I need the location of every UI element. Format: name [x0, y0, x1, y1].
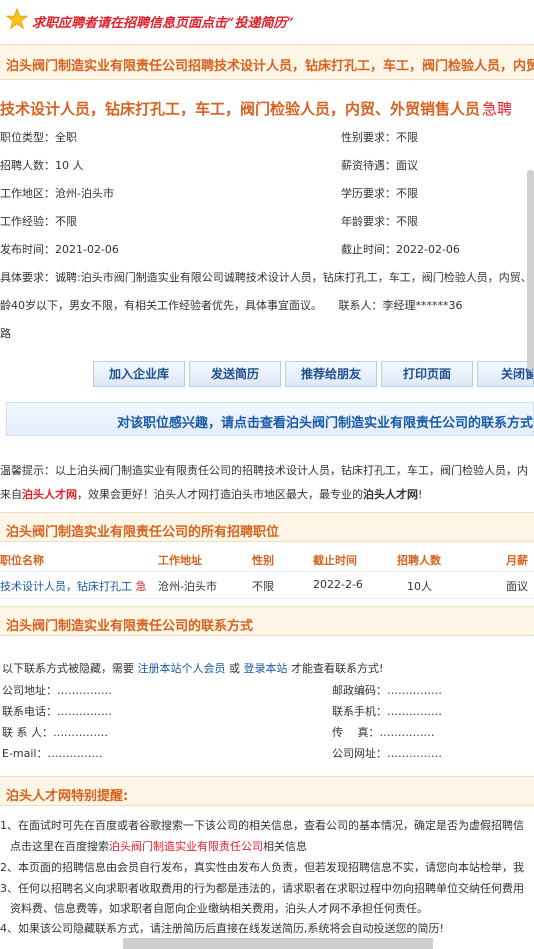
notice-item: 资料费、信息费等，如求职者自愿向企业缴纳相关费用，泊头人才网不承担任何责任。	[10, 902, 428, 915]
job-deadline: 2022-2-6	[313, 578, 363, 591]
info-row: 职位类型：全职 性别要求：不限	[0, 129, 534, 149]
col-header-count: 招聘人数	[397, 554, 441, 567]
notice-item: 4、如果该公司隐藏联系方式，请注册简历后直接在线发送简历,系统将会自动投送您的简…	[0, 922, 444, 935]
page-header: 泊头阀门制造实业有限责任公司招聘技术设计人员，钻床打孔工，车工，阀门检验人员，内…	[0, 44, 534, 80]
notice-header: 泊头人才网特别提醒:	[0, 776, 534, 806]
salary: 薪资待遇：面议	[341, 159, 418, 172]
hint-text: 以下联系方式被隐藏，需要	[2, 662, 134, 675]
hint-text: 才能查看联系方式!	[291, 662, 384, 675]
view-contact-link[interactable]: 对该职位感兴趣，请点击查看泊头阀门制造实业有限责任公司的联系方式	[117, 412, 533, 431]
job-title-text: 技术设计人员，钻床打孔工，车工，阀门检验人员，内贸、外贸销售人员	[0, 100, 481, 118]
divider	[0, 571, 534, 572]
gender-requirement: 性别要求：不限	[341, 131, 418, 144]
contact-mobile: 联系手机：……………	[332, 705, 442, 718]
tip-text: ，效果会更好！泊头人才网打造泊头市地区最大，最专业的	[77, 488, 363, 501]
job-type: 职位类型：全职	[0, 131, 77, 144]
add-company-button[interactable]: 加入企业库	[93, 361, 185, 387]
tip-text: 来自	[0, 488, 22, 501]
info-row: 招聘人数：10 人 薪资待遇：面议	[0, 157, 534, 177]
tip-line: 温馨提示：以上泊头阀门制造实业有限责任公司的招聘技术设计人员，钻床打孔工，车工，…	[0, 464, 528, 477]
notice-text: 点击这里在百度搜索	[10, 840, 109, 853]
requirement-line: 路	[0, 327, 11, 340]
register-link[interactable]: 注册本站个人会员	[138, 662, 226, 675]
notice-title: 泊头人才网特别提醒:	[6, 789, 129, 804]
job-location: 沧州-泊头市	[158, 580, 217, 593]
urgent-mark: 急	[135, 580, 147, 593]
page-title: 泊头阀门制造实业有限责任公司招聘技术设计人员，钻床打孔工，车工，阀门检验人员，内…	[6, 59, 534, 74]
deadline-date: 截止时间：2022-02-06	[341, 243, 460, 256]
col-header-name: 职位名称	[0, 554, 44, 567]
contact-phone: 联系电话：……………	[2, 705, 112, 718]
col-header-gender: 性别	[252, 554, 274, 567]
col-header-deadline: 截止时间	[313, 554, 357, 567]
all-jobs-header: 泊头阀门制造实业有限责任公司的所有招聘职位	[0, 512, 534, 542]
site-link[interactable]: 泊头人才网	[22, 488, 77, 501]
recommend-button[interactable]: 推荐给朋友	[285, 361, 377, 387]
notice-item: 1、在面试时可先在百度或者谷歌搜索一下该公司的相关信息，查看公司的基本情况，确定…	[0, 819, 524, 832]
contact-hint: 以下联系方式被隐藏，需要 注册本站个人会员 或 登录本站 才能查看联系方式!	[2, 660, 383, 676]
tip-text: !	[418, 488, 423, 501]
info-row: 工作经验：不限 年龄要求：不限	[0, 213, 534, 233]
baidu-search-link[interactable]: 泊头阀门制造实业有限责任公司	[109, 840, 263, 853]
age-requirement: 年龄要求：不限	[341, 215, 418, 228]
company-website: 公司网址：……………	[332, 747, 442, 760]
contact-email: E-mail：……………	[2, 747, 103, 760]
job-count: 10人	[407, 580, 432, 593]
hiring-count: 招聘人数：10 人	[0, 159, 84, 172]
print-button[interactable]: 打印页面	[381, 361, 473, 387]
banner-text: 求职应聘者请在招聘信息页面点击“投递简历”	[32, 16, 294, 31]
publish-date: 发布时间：2021-02-06	[0, 243, 119, 256]
tip-line: 来自泊头人才网，效果会更好！泊头人才网打造泊头市地区最大，最专业的泊头人才网!	[0, 486, 422, 502]
login-link[interactable]: 登录本站	[244, 662, 288, 675]
work-experience: 工作经验：不限	[0, 215, 77, 228]
job-gender: 不限	[252, 580, 274, 593]
site-name: 泊头人才网	[363, 488, 418, 501]
send-resume-button[interactable]: 发送简历	[189, 361, 281, 387]
notice-item: 点击这里在百度搜索泊头阀门制造实业有限责任公司相关信息	[10, 838, 307, 854]
job-title: 技术设计人员，钻床打孔工，车工，阀门检验人员，内贸、外贸销售人员 急聘	[0, 98, 512, 119]
divider	[0, 598, 534, 599]
vertical-scrollbar[interactable]	[527, 170, 534, 370]
notice-item: 3、任何以招聘名义向求职者收取费用的行为都是违法的，请求职者在求职过程中勿向招聘…	[0, 882, 524, 895]
requirement-line: 具体要求：诚聘:泊头市阀门制造实业有限公司诚聘技术设计人员，钻床打孔工，车工，阀…	[0, 271, 532, 284]
work-area: 工作地区：沧州-泊头市	[0, 187, 114, 200]
star-icon	[6, 8, 28, 30]
education-requirement: 学历要求：不限	[341, 187, 418, 200]
info-row: 工作地区：沧州-泊头市 学历要求：不限	[0, 185, 534, 205]
contact-title: 泊头阀门制造实业有限责任公司的联系方式	[6, 619, 254, 634]
contact-header: 泊头阀门制造实业有限责任公司的联系方式	[0, 606, 534, 636]
job-salary: 面议	[506, 580, 528, 593]
contact-person: 联 系 人：……………	[2, 726, 108, 739]
zip-code: 邮政编码：……………	[332, 684, 442, 697]
notice-text: 相关信息	[263, 840, 307, 853]
horizontal-scrollbar[interactable]	[123, 938, 433, 949]
view-contact-bar[interactable]: 对该职位感兴趣，请点击查看泊头阀门制造实业有限责任公司的联系方式	[6, 402, 534, 436]
requirement-line: 龄40岁以下，男女不限，有相关工作经验者优先，具体事宜面议。 联系人：李经理**…	[0, 299, 463, 312]
col-header-location: 工作地址	[158, 554, 202, 567]
contact-fax: 传 真：……………	[332, 726, 435, 739]
close-window-button[interactable]: 关闭窗	[477, 361, 534, 387]
hint-text: 或	[229, 662, 240, 675]
info-row: 发布时间：2021-02-06 截止时间：2022-02-06	[0, 241, 534, 261]
all-jobs-title: 泊头阀门制造实业有限责任公司的所有招聘职位	[6, 525, 280, 540]
col-header-salary: 月薪	[506, 554, 528, 567]
urgent-badge: 急聘	[482, 100, 513, 118]
company-address: 公司地址：……………	[2, 684, 112, 697]
top-banner: 求职应聘者请在招聘信息页面点击“投递简历”	[0, 0, 534, 42]
job-link[interactable]: 技术设计人员，钻床打孔工 急	[0, 578, 147, 594]
job-link-text[interactable]: 技术设计人员，钻床打孔工	[0, 580, 132, 593]
notice-item: 2、本页面的招聘信息由会员自行发布，真实性由发布人负责，但若发现招聘信息不实，请…	[0, 861, 524, 874]
